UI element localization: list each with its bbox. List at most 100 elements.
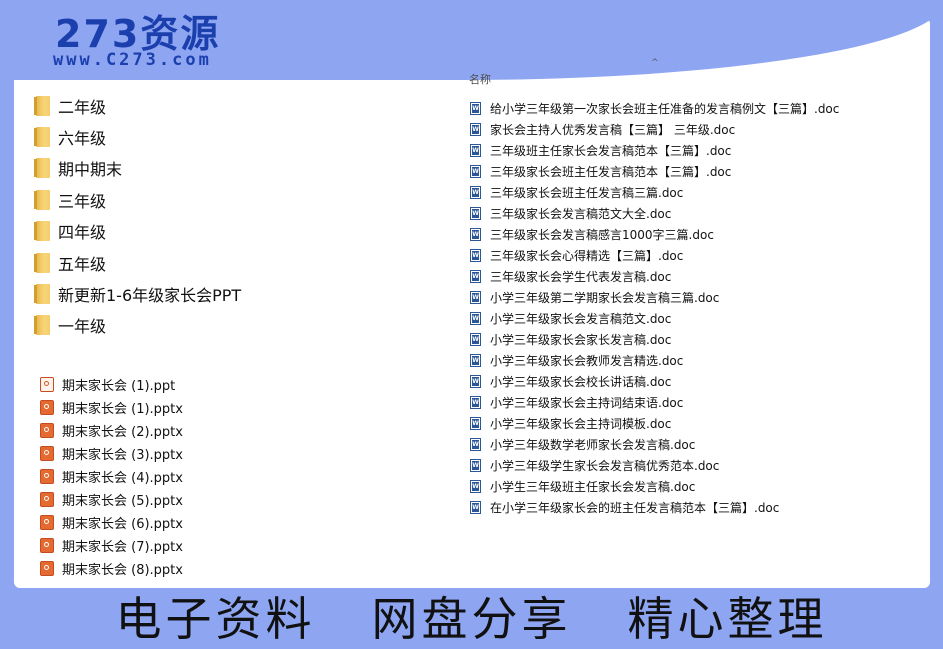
right-border	[930, 0, 943, 643]
pptx-file-icon	[40, 492, 54, 507]
file-label: 三年级家长会班主任发言稿范本【三篇】.doc	[490, 165, 732, 179]
word-doc-icon	[470, 375, 481, 388]
pptx-file-icon	[40, 423, 54, 438]
file-item[interactable]: 期末家长会 (1).pptx	[40, 396, 183, 419]
ppt-file-list: 期末家长会 (1).ppt 期末家长会 (1).pptx 期末家长会 (2).p…	[40, 373, 183, 580]
file-item[interactable]: 三年级家长会班主任发言稿范本【三篇】.doc	[470, 161, 839, 182]
folder-label: 二年级	[58, 97, 107, 117]
pptx-file-icon	[40, 515, 54, 530]
folder-icon	[34, 189, 50, 210]
file-label: 小学三年级家长会教师发言精选.doc	[490, 354, 684, 368]
file-label: 期末家长会 (8).pptx	[62, 563, 183, 578]
file-label: 三年级家长会心得精选【三篇】.doc	[490, 249, 684, 263]
file-item[interactable]: 小学三年级家长会主持词模板.doc	[470, 413, 839, 434]
file-item[interactable]: 小学三年级第二学期家长会发言稿三篇.doc	[470, 287, 839, 308]
file-item[interactable]: 小学生三年级班主任家长会发言稿.doc	[470, 476, 839, 497]
folder-label: 三年级	[58, 191, 107, 211]
file-item[interactable]: 期末家长会 (4).pptx	[40, 465, 183, 488]
folder-item[interactable]: 五年级	[34, 247, 241, 278]
file-item[interactable]: 期末家长会 (1).ppt	[40, 373, 183, 396]
file-label: 小学生三年级班主任家长会发言稿.doc	[490, 480, 696, 494]
folder-item[interactable]: 六年级	[34, 121, 241, 152]
pptx-file-icon	[40, 400, 54, 415]
word-doc-icon	[470, 270, 481, 283]
file-label: 小学三年级第二学期家长会发言稿三篇.doc	[490, 291, 720, 305]
pptx-file-icon	[40, 469, 54, 484]
file-label: 三年级家长会学生代表发言稿.doc	[490, 270, 672, 284]
file-item[interactable]: 小学三年级家长会发言稿范文.doc	[470, 308, 839, 329]
file-item[interactable]: 小学三年级家长会校长讲话稿.doc	[470, 371, 839, 392]
footer-slogan-3: 精心整理	[627, 592, 828, 646]
file-label: 给小学三年级第一次家长会班主任准备的发言稿例文【三篇】.doc	[490, 102, 840, 116]
folder-icon	[34, 284, 50, 305]
footer-slogan: 电子资料 网盘分享 精心整理	[0, 589, 943, 646]
folder-item[interactable]: 一年级	[34, 310, 241, 341]
folder-icon	[34, 158, 50, 179]
file-item[interactable]: 小学三年级家长会教师发言精选.doc	[470, 350, 839, 371]
column-header-name[interactable]: 名称	[469, 71, 491, 87]
file-label: 三年级家长会班主任发言稿三篇.doc	[490, 186, 684, 200]
folder-label: 新更新1-6年级家长会PPT	[58, 286, 242, 306]
file-item[interactable]: 在小学三年级家长会的班主任发言稿范本【三篇】.doc	[470, 497, 839, 518]
file-label: 小学三年级家长会家长发言稿.doc	[490, 333, 672, 347]
file-item[interactable]: 期末家长会 (5).pptx	[40, 488, 183, 511]
word-doc-icon	[470, 123, 481, 136]
word-doc-icon	[470, 291, 481, 304]
folder-label: 五年级	[58, 254, 107, 274]
word-doc-icon	[470, 102, 481, 115]
doc-file-list: 给小学三年级第一次家长会班主任准备的发言稿例文【三篇】.doc 家长会主持人优秀…	[470, 98, 839, 518]
folder-item[interactable]: 新更新1-6年级家长会PPT	[34, 278, 242, 309]
file-item[interactable]: 期末家长会 (8).pptx	[40, 557, 183, 580]
word-doc-icon	[470, 501, 481, 514]
file-label: 三年级家长会发言稿范文大全.doc	[490, 207, 672, 221]
footer-slogan-1: 电子资料	[115, 592, 316, 646]
file-item[interactable]: 小学三年级家长会家长发言稿.doc	[470, 329, 839, 350]
file-item[interactable]: 三年级家长会学生代表发言稿.doc	[470, 266, 839, 287]
file-label: 小学三年级家长会校长讲话稿.doc	[490, 375, 672, 389]
file-label: 期末家长会 (5).pptx	[62, 494, 183, 509]
file-item[interactable]: 期末家长会 (3).pptx	[40, 442, 183, 465]
file-item[interactable]: 三年级家长会发言稿范文大全.doc	[470, 203, 839, 224]
folder-icon	[34, 95, 50, 116]
folder-item[interactable]: 四年级	[34, 216, 241, 247]
file-label: 小学三年级家长会主持词结束语.doc	[490, 396, 684, 410]
word-doc-icon	[470, 207, 481, 220]
word-doc-icon	[470, 438, 481, 451]
file-label: 家长会主持人优秀发言稿【三篇】 三年级.doc	[490, 123, 736, 137]
file-item[interactable]: 期末家长会 (6).pptx	[40, 511, 183, 534]
pptx-file-icon	[40, 561, 54, 576]
pptx-file-icon	[40, 538, 54, 553]
footer-slogan-2: 网盘分享	[371, 592, 572, 646]
file-item[interactable]: 家长会主持人优秀发言稿【三篇】 三年级.doc	[470, 119, 839, 140]
word-doc-icon	[470, 459, 481, 472]
file-item[interactable]: 三年级家长会心得精选【三篇】.doc	[470, 245, 839, 266]
folder-item[interactable]: 期中期末	[34, 153, 241, 184]
file-label: 期末家长会 (1).pptx	[62, 402, 183, 417]
folder-item[interactable]: 二年级	[34, 90, 241, 121]
file-item[interactable]: 小学三年级家长会主持词结束语.doc	[470, 392, 839, 413]
ppt-file-icon	[40, 377, 54, 392]
file-item[interactable]: 期末家长会 (2).pptx	[40, 419, 183, 442]
file-label: 三年级家长会发言稿感言1000字三篇.doc	[490, 228, 714, 242]
word-doc-icon	[470, 249, 481, 262]
word-doc-icon	[470, 228, 481, 241]
file-label: 期末家长会 (2).pptx	[62, 425, 183, 440]
file-item[interactable]: 给小学三年级第一次家长会班主任准备的发言稿例文【三篇】.doc	[470, 98, 839, 119]
folder-label: 期中期末	[58, 160, 123, 180]
sort-ascending-icon[interactable]: ^	[651, 58, 659, 68]
word-doc-icon	[470, 312, 481, 325]
file-item[interactable]: 三年级家长会班主任发言稿三篇.doc	[470, 182, 839, 203]
file-item[interactable]: 小学三年级数学老师家长会发言稿.doc	[470, 434, 839, 455]
file-item[interactable]: 三年级班主任家长会发言稿范本【三篇】.doc	[470, 140, 839, 161]
file-label: 在小学三年级家长会的班主任发言稿范本【三篇】.doc	[490, 501, 780, 515]
word-doc-icon	[470, 165, 481, 178]
file-label: 期末家长会 (6).pptx	[62, 517, 183, 532]
file-item[interactable]: 期末家长会 (7).pptx	[40, 534, 183, 557]
file-label: 期末家长会 (7).pptx	[62, 540, 183, 555]
folder-item[interactable]: 三年级	[34, 184, 241, 215]
file-label: 小学三年级家长会主持词模板.doc	[490, 417, 672, 431]
file-item[interactable]: 三年级家长会发言稿感言1000字三篇.doc	[470, 224, 839, 245]
word-doc-icon	[470, 396, 481, 409]
file-label: 小学三年级学生家长会发言稿优秀范本.doc	[490, 459, 720, 473]
file-item[interactable]: 小学三年级学生家长会发言稿优秀范本.doc	[470, 455, 839, 476]
